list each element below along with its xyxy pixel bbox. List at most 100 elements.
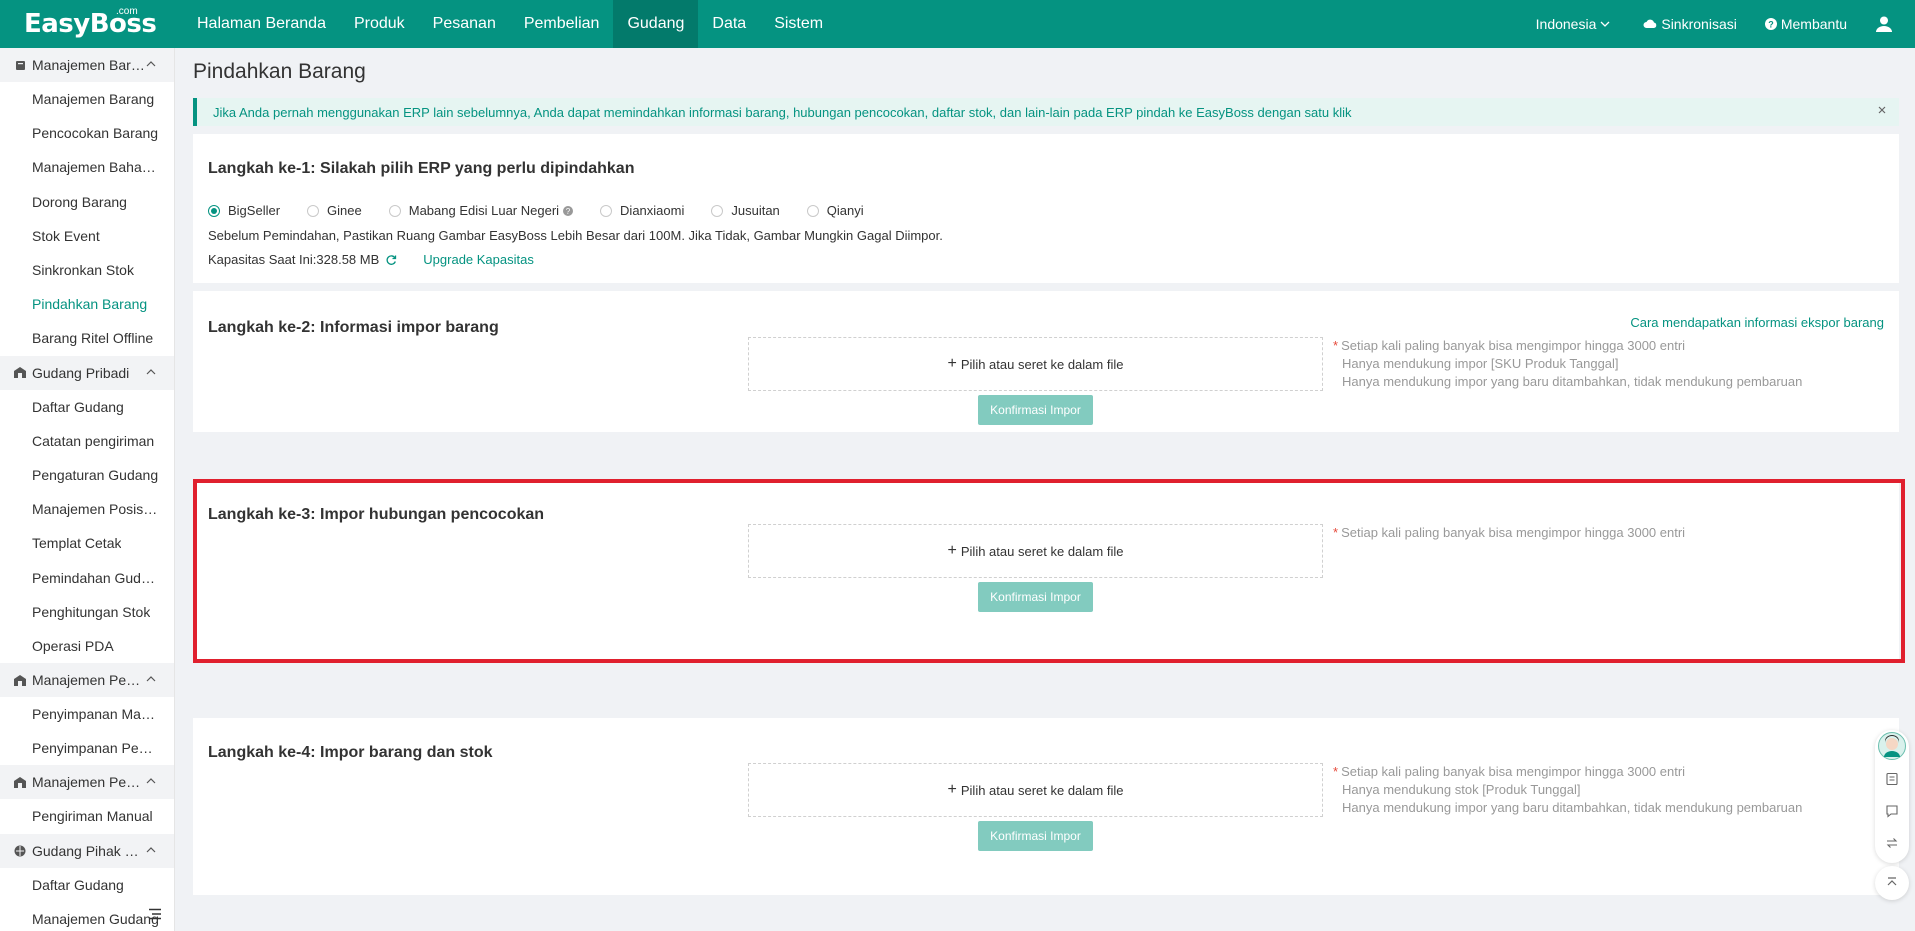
chat-icon[interactable] bbox=[1885, 804, 1899, 818]
step4-upload-area[interactable]: + Pilih atau seret ke dalam file bbox=[748, 763, 1323, 817]
country-selector[interactable]: Indonesia bbox=[1536, 16, 1616, 32]
top-right-tools: Indonesia Sinkronisasi ? Membantu bbox=[1536, 0, 1915, 48]
sidebar-item-label: Pengiriman Manual bbox=[32, 808, 153, 825]
sidebar-item-label: Pindahkan Barang bbox=[32, 296, 148, 313]
notebook-icon[interactable] bbox=[1885, 772, 1899, 786]
close-icon[interactable] bbox=[1877, 105, 1887, 115]
exchange-icon[interactable] bbox=[1885, 836, 1899, 850]
hint-text: Setiap kali paling banyak bisa mengimpor… bbox=[1341, 764, 1686, 779]
step3-hints: * Setiap kali paling banyak bisa mengimpo… bbox=[1333, 524, 1685, 542]
sidebar-group-manajemen-pengiriman[interactable]: Manajemen Pengiriman bbox=[0, 765, 174, 800]
sidebar-group-label: Manajemen Barang bbox=[32, 57, 147, 73]
back-to-top-button[interactable] bbox=[1875, 866, 1909, 900]
sidebar-item-label: Operasi PDA bbox=[32, 637, 114, 654]
sidebar-group-gudang-pihak-ketiga[interactable]: Gudang Pihak Ketiga bbox=[0, 833, 174, 868]
upgrade-capacity-link[interactable]: Upgrade Kapasitas bbox=[423, 252, 534, 267]
export-info-link[interactable]: Cara mendapatkan informasi ekspor barang bbox=[1630, 315, 1884, 330]
sidebar-item-stok-event[interactable]: Stok Event bbox=[0, 219, 174, 253]
step4-confirm-button[interactable]: Konfirmasi Impor bbox=[978, 821, 1093, 851]
sidebar-item-manajemen-barang[interactable]: Manajemen Barang bbox=[0, 82, 174, 116]
hint-line: Hanya mendukung impor yang baru ditambah… bbox=[1342, 374, 1803, 389]
arrow-up-to-top-icon bbox=[1887, 877, 1897, 886]
sidebar-item-barang-ritel-offline[interactable]: Barang Ritel Offline bbox=[0, 321, 174, 355]
sidebar-item-daftar-gudang[interactable]: Daftar Gudang bbox=[0, 390, 174, 424]
help-label: Membantu bbox=[1780, 16, 1847, 32]
nav-item-halaman-beranda[interactable]: Halaman Beranda bbox=[183, 0, 340, 48]
sidebar-item-pencocokan-barang[interactable]: Pencocokan Barang bbox=[0, 116, 174, 150]
globe-icon bbox=[14, 845, 26, 857]
upload-label: Pilih atau seret ke dalam file bbox=[960, 543, 1124, 559]
sidebar-item-pengaturan-gudang[interactable]: Pengaturan Gudang bbox=[0, 458, 174, 492]
sync-label: Sinkronisasi bbox=[1661, 16, 1737, 32]
sidebar-item-label: Penyimpanan Manual bbox=[32, 706, 160, 723]
refresh-icon[interactable] bbox=[385, 254, 397, 266]
logo[interactable]: EasyBoss .com bbox=[0, 0, 175, 48]
sidebar-item-pengiriman-manual[interactable]: Pengiriman Manual bbox=[0, 799, 174, 833]
sidebar-item-daftar-gudang-pihak-ketiga[interactable]: Daftar Gudang bbox=[0, 868, 174, 902]
sidebar-item-pemindahan-gudang[interactable]: Pemindahan Gudang bbox=[0, 560, 174, 594]
sidebar-item-penyimpanan-pengadaan[interactable]: Penyimpanan Pengadaan bbox=[0, 731, 174, 765]
nav-item-data[interactable]: Data bbox=[698, 0, 760, 48]
step4-card: Langkah ke-4: Impor barang dan stok + Pi… bbox=[193, 718, 1899, 895]
radio-ginee[interactable]: Ginee bbox=[307, 203, 362, 218]
nav-item-produk[interactable]: Produk bbox=[340, 0, 419, 48]
nav-item-pembelian[interactable]: Pembelian bbox=[510, 0, 614, 48]
sidebar-item-label: Daftar Gudang bbox=[32, 876, 124, 893]
nav-item-pesanan[interactable]: Pesanan bbox=[419, 0, 510, 48]
step2-confirm-button[interactable]: Konfirmasi Impor bbox=[978, 395, 1093, 425]
step3-confirm-button[interactable]: Konfirmasi Impor bbox=[978, 582, 1093, 612]
sidebar-group-gudang-pribadi[interactable]: Gudang Pribadi bbox=[0, 355, 174, 390]
sidebar-item-templat-cetak[interactable]: Templat Cetak bbox=[0, 526, 174, 560]
warehouse-icon bbox=[14, 674, 26, 686]
erp-radio-group: BigSeller Ginee Mabang Edisi Luar Negeri… bbox=[208, 203, 891, 218]
required-star: * bbox=[1333, 764, 1339, 779]
radio-circle bbox=[208, 204, 220, 217]
radio-circle bbox=[806, 204, 819, 217]
goods-icon bbox=[14, 59, 26, 71]
nav-item-sistem[interactable]: Sistem bbox=[760, 0, 837, 48]
step1-card: Langkah ke-1: Silakah pilih ERP yang per… bbox=[193, 134, 1899, 283]
warehouse-icon bbox=[14, 776, 26, 788]
user-button[interactable] bbox=[1875, 15, 1897, 33]
sidebar-group-manajemen-barang[interactable]: Manajemen Barang bbox=[0, 48, 174, 82]
sidebar-item-manajemen-bahan-baku[interactable]: Manajemen Bahan Baku bbox=[0, 150, 174, 184]
sidebar-item-dorong-barang[interactable]: Dorong Barang bbox=[0, 185, 174, 219]
question-circle-icon[interactable]: ? bbox=[563, 205, 574, 216]
sidebar-item-label: Sinkronkan Stok bbox=[32, 262, 134, 279]
chevron-down-icon bbox=[1600, 21, 1610, 27]
radio-dianxiaomi[interactable]: Dianxiaomi bbox=[600, 203, 684, 218]
sidebar-item-label: Pencocokan Barang bbox=[32, 125, 159, 142]
nav-item-gudang[interactable]: Gudang bbox=[613, 0, 699, 48]
sync-button[interactable]: Sinkronisasi bbox=[1643, 16, 1737, 32]
sidebar-item-manajemen-posisi-rak[interactable]: Manajemen Posisi Rak bbox=[0, 492, 174, 526]
radio-mabang[interactable]: Mabang Edisi Luar Negeri ? bbox=[388, 203, 574, 218]
sidebar-item-catatan-pengiriman[interactable]: Catatan pengiriman bbox=[0, 424, 174, 458]
radio-label: Dianxiaomi bbox=[620, 203, 685, 218]
sidebar-item-pindahkan-barang[interactable]: Pindahkan Barang bbox=[0, 287, 174, 321]
radio-jusuitan[interactable]: Jusuitan bbox=[711, 203, 780, 218]
step1-title: Langkah ke-1: Silakah pilih ERP yang per… bbox=[208, 160, 635, 177]
radio-qianyi[interactable]: Qianyi bbox=[806, 203, 864, 218]
step3-upload-area[interactable]: + Pilih atau seret ke dalam file bbox=[748, 524, 1323, 578]
warehouse-icon bbox=[14, 367, 26, 379]
sidebar-item-label: Manajemen Barang bbox=[32, 91, 155, 108]
step2-upload-area[interactable]: + Pilih atau seret ke dalam file bbox=[748, 337, 1323, 391]
sidebar-item-operasi-pda[interactable]: Operasi PDA bbox=[0, 629, 174, 663]
hint-text: Setiap kali paling banyak bisa mengimpor… bbox=[1341, 338, 1686, 353]
step4-hints: * Setiap kali paling banyak bisa mengimpo… bbox=[1333, 763, 1802, 817]
sidebar-item-label: Penyimpanan Pengadaan bbox=[32, 740, 160, 757]
sidebar-item-sinkronkan-stok[interactable]: Sinkronkan Stok bbox=[0, 253, 174, 287]
radio-bigseller[interactable]: BigSeller bbox=[208, 203, 280, 218]
sidebar-item-label: Barang Ritel Offline bbox=[32, 330, 154, 347]
sidebar-item-penyimpanan-manual[interactable]: Penyimpanan Manual bbox=[0, 697, 174, 731]
chevron-up-icon bbox=[146, 778, 156, 784]
menu-collapse-icon[interactable] bbox=[148, 908, 162, 920]
sidebar-item-penghitungan-stok[interactable]: Penghitungan Stok bbox=[0, 595, 174, 629]
help-button[interactable]: ? Membantu bbox=[1764, 16, 1847, 32]
hint-text: Setiap kali paling banyak bisa mengimpor… bbox=[1341, 525, 1686, 540]
sidebar-item-label: Daftar Gudang bbox=[32, 398, 124, 415]
radio-label: Ginee bbox=[327, 203, 362, 218]
chevron-up-icon bbox=[146, 368, 156, 374]
support-avatar[interactable] bbox=[1878, 732, 1906, 760]
sidebar-group-manajemen-penyimpanan[interactable]: Manajemen Penyimpanan bbox=[0, 663, 174, 697]
